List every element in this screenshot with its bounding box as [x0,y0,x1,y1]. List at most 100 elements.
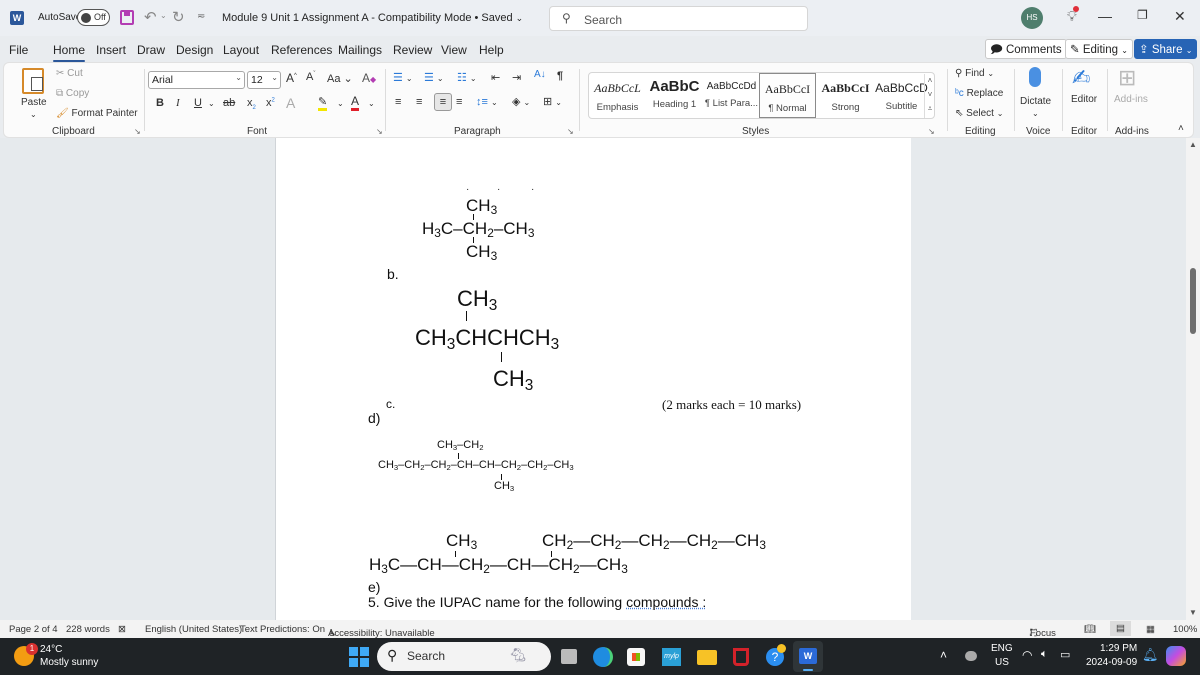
superscript-icon[interactable]: x2 [266,97,275,109]
store-icon[interactable] [627,648,645,666]
close-icon[interactable]: ✕ [1174,8,1186,25]
undo-icon[interactable]: ↶ [144,8,157,26]
print-layout-icon[interactable]: ▤ [1110,621,1131,636]
font-color-icon[interactable]: A [351,94,360,111]
shrink-font-icon[interactable]: Aˇ [306,71,315,83]
scroll-up-icon[interactable]: ▲ [1189,140,1197,149]
comments-button[interactable]: 🗩︎ Comments [985,39,1067,59]
change-case-button[interactable]: Aa ⌄ [327,72,353,85]
mylp-app-icon[interactable]: mylp [662,648,681,666]
align-right-icon[interactable]: ≡ [434,93,452,111]
text-predictions-status[interactable]: Text Predictions: On [240,624,325,635]
style-normal[interactable]: AaBbCcI ¶ Normal [759,73,816,118]
word-count[interactable]: 228 words [66,624,110,635]
editing-mode-button[interactable]: ✎ Editing ⌄ [1065,39,1133,59]
avatar[interactable]: HS [1021,7,1043,29]
mcafee-icon[interactable] [733,648,749,666]
underline-dropdown-icon[interactable]: ⌄ [208,99,215,108]
tab-insert[interactable]: Insert [96,43,126,57]
microphone-icon[interactable] [1029,67,1041,87]
zoom-level[interactable]: 100% [1173,624,1197,635]
justify-icon[interactable]: ≡ [456,96,462,108]
more-styles-icon[interactable]: ⩡ [928,104,933,113]
restore-icon[interactable]: ❐ [1137,8,1148,22]
italic-icon[interactable]: I [176,97,180,109]
grammar-flag[interactable]: compounds : [626,594,706,610]
minimize-icon[interactable]: — [1098,8,1112,24]
tab-layout[interactable]: Layout [223,43,259,57]
decrease-indent-icon[interactable]: ⇤ [491,71,500,84]
autosave-toggle[interactable]: Off [77,9,110,26]
styles-launcher-icon[interactable]: ↘ [928,127,935,136]
show-formatting-icon[interactable]: ¶ [557,70,563,82]
redo-icon[interactable]: ↻ [172,8,185,26]
clock-time[interactable]: 1:29 PM [1100,643,1137,654]
paste-icon[interactable] [22,68,44,94]
clear-formatting-icon[interactable]: A◆ [362,71,376,85]
font-size-select[interactable]: 12 ⌄ [247,71,281,89]
weather-temp[interactable]: 24°C [40,644,62,655]
lang-top[interactable]: ENG [991,643,1013,654]
style-strong[interactable]: AaBbCcI Strong [817,73,874,118]
style-list-paragraph[interactable]: AaBbCcDd ¶ List Para... [703,73,760,118]
addins-button[interactable]: Add-ins [1114,94,1148,105]
font-color-dropdown-icon[interactable]: ⌄ [368,99,375,108]
search-input[interactable]: ⚲ Search [549,6,808,31]
shading-icon[interactable]: ◈ ⌄ [512,95,530,108]
tab-file[interactable]: File [9,43,28,57]
addins-icon[interactable]: ⊞ [1118,65,1136,91]
underline-icon[interactable]: U [194,97,202,109]
select-button[interactable]: ⇖ Select ⌄ [955,108,1003,119]
paragraph-launcher-icon[interactable]: ↘ [567,127,574,136]
taskbar-search[interactable]: ⚲ Search 🐁︎ [377,642,551,671]
tab-view[interactable]: View [441,43,467,57]
strikethrough-icon[interactable]: ab [223,97,235,109]
proofing-icon[interactable]: ⊠ [118,624,126,635]
tab-mailings[interactable]: Mailings [338,43,382,57]
lang-bottom[interactable]: US [995,657,1009,668]
copilot-icon[interactable] [1166,646,1186,666]
weather-desc[interactable]: Mostly sunny [40,657,98,668]
scroll-down-icon[interactable]: ˅ [928,90,933,99]
read-mode-icon[interactable]: 📖︎ [1084,624,1096,635]
show-hidden-icons[interactable]: ˄ [940,648,947,662]
wifi-icon[interactable]: ◠ [1022,648,1032,662]
file-explorer-icon[interactable] [697,650,717,665]
numbering-icon[interactable]: ☰ ⌄ [424,71,444,84]
paste-dropdown-icon[interactable]: ⌄ [30,110,37,119]
battery-icon[interactable]: ▭ [1060,648,1070,661]
editor-icon[interactable]: ✍︎ [1072,65,1090,91]
word-taskbar-button[interactable]: W [793,641,823,672]
vertical-scrollbar[interactable]: ▲ ▼ [1186,138,1200,620]
style-subtitle[interactable]: AaBbCcD Subtitle [873,73,930,118]
tab-draw[interactable]: Draw [137,43,165,57]
tab-review[interactable]: Review [393,43,432,57]
customize-toolbar-icon[interactable]: ≂ [197,11,205,22]
clipboard-launcher-icon[interactable]: ↘ [134,127,141,136]
volume-icon[interactable]: 🔈︎ [1041,648,1048,661]
subscript-icon[interactable]: x2 [247,97,256,111]
sort-icon[interactable]: A↓ [534,69,546,80]
edge-icon[interactable] [593,647,613,667]
scroll-thumb[interactable] [1190,268,1196,334]
undo-dropdown-icon[interactable]: ⌄ [160,11,167,20]
paste-button[interactable]: Paste [21,97,47,108]
dictate-button[interactable]: Dictate [1020,96,1051,107]
dictate-dropdown-icon[interactable]: ⌄ [1032,109,1039,118]
tab-references[interactable]: References [271,43,332,57]
multilevel-list-icon[interactable]: ☷ ⌄ [457,71,477,84]
clock-date[interactable]: 2024-09-09 [1086,657,1137,668]
scroll-down-icon[interactable]: ▼ [1189,608,1197,617]
align-center-icon[interactable]: ≡ [416,96,422,108]
borders-icon[interactable]: ⊞ ⌄ [543,95,562,108]
align-left-icon[interactable]: ≡ [395,96,401,108]
style-heading-1[interactable]: AaBbC Heading 1 [646,73,703,118]
grow-font-icon[interactable]: A^ [286,71,297,85]
text-effects-icon[interactable]: A [286,95,295,111]
document-page[interactable]: · · · CH3 H3C–CH2–CH3 CH3 b. CH3 CH3CHCH… [275,138,911,620]
font-name-select[interactable]: Arial ⌄ [148,71,245,89]
replace-button[interactable]: ᵇc Replace [955,88,1003,99]
tab-help[interactable]: Help [479,43,504,57]
increase-indent-icon[interactable]: ⇥ [512,71,521,84]
collapse-ribbon-icon[interactable]: ˄ [1178,123,1184,134]
